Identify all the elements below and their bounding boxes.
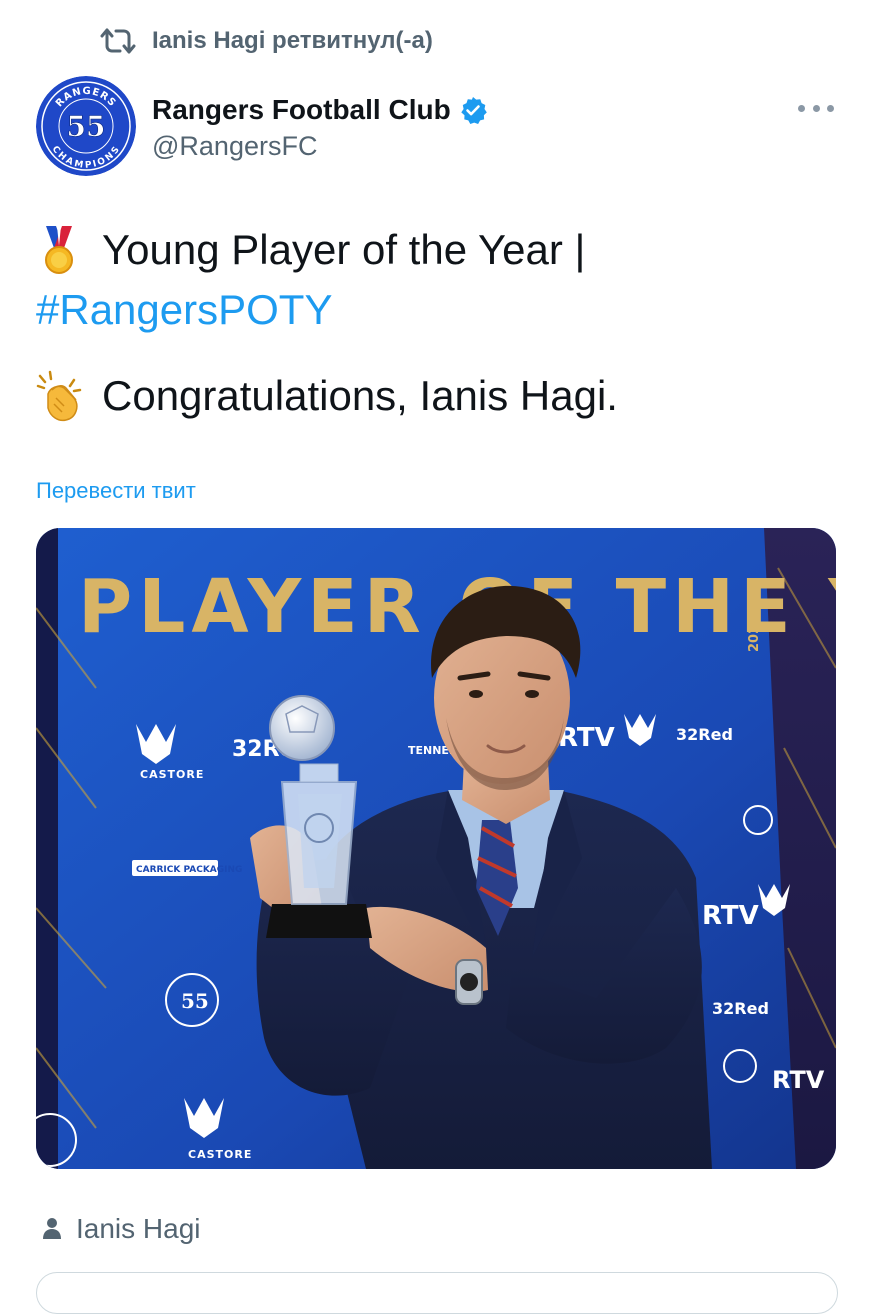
tweet-text: Young Player of the Year | #RangersPOTY … (36, 220, 836, 426)
tagged-user[interactable]: Ianis Hagi (42, 1213, 201, 1245)
person-icon (42, 1217, 62, 1241)
medal-icon (36, 224, 82, 276)
tweet-line-2: Congratulations, Ianis Hagi. (36, 366, 836, 426)
avatar-logo-number: 55 (67, 110, 106, 143)
hashtag-text[interactable]: #RangersPOTY (36, 280, 332, 340)
tweet-photo[interactable]: PLAYER OF THE YEAR 2021 CASTORE 32Red RT… (36, 528, 836, 1169)
svg-text:CASTORE: CASTORE (188, 1148, 252, 1161)
clapping-hands-icon (36, 370, 82, 422)
svg-text:RTV: RTV (772, 1066, 825, 1094)
tweet-line-2-text: Congratulations, Ianis Hagi. (102, 372, 618, 419)
dot-icon (798, 104, 805, 112)
translate-tweet-link[interactable]: Перевести твит (36, 478, 196, 504)
retweet-icon (100, 26, 136, 56)
svg-text:32Red: 32Red (712, 999, 769, 1018)
author-info[interactable]: Rangers Football Club @RangersFC (152, 90, 487, 162)
author-name[interactable]: Rangers Football Club (152, 94, 451, 126)
sponsor-castore: CASTORE (140, 768, 204, 781)
tagged-user-name[interactable]: Ianis Hagi (76, 1213, 201, 1245)
banner-year: 2021 (747, 616, 762, 652)
svg-text:RTV: RTV (702, 901, 759, 931)
author-handle[interactable]: @RangersFC (152, 130, 487, 162)
next-content-card (36, 1272, 838, 1314)
hashtag-link[interactable]: #RangersPOTY (36, 280, 836, 340)
tweet-line-1-text: Young Player of the Year | (102, 226, 586, 273)
tweet-line-1: Young Player of the Year | (36, 220, 836, 280)
avatar[interactable]: RANGERS 55 CHAMPIONS (36, 76, 136, 176)
more-options-button[interactable] (798, 96, 834, 120)
retweet-label[interactable]: Ianis Hagi ретвитнул(-а) (152, 27, 433, 55)
dot-icon (827, 104, 834, 112)
retweet-indicator[interactable]: Ianis Hagi ретвитнул(-а) (100, 24, 433, 58)
sponsor-carrick: CARRICK PACKAGING (136, 865, 242, 875)
verified-badge-icon (459, 96, 487, 124)
sponsor-rtv: RTV (558, 723, 615, 753)
sponsor-32red-2: 32Red (676, 725, 733, 744)
dot-icon (812, 104, 820, 112)
svg-text:55: 55 (181, 989, 209, 1013)
